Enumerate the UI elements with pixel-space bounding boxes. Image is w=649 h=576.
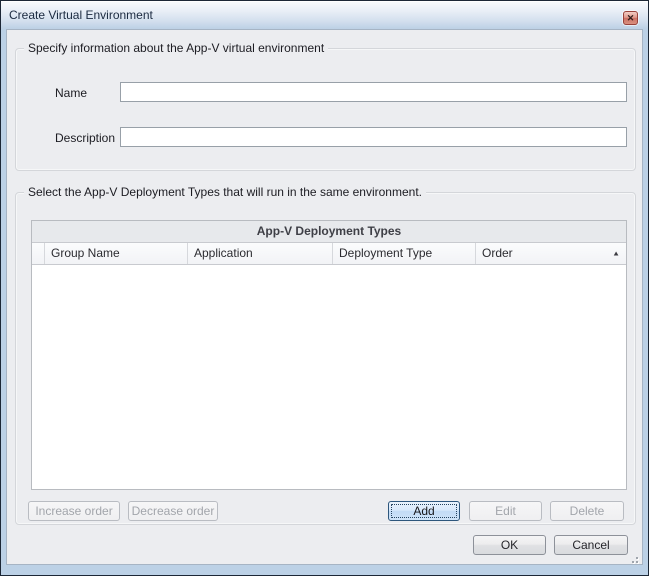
- create-virtual-environment-dialog: Create Virtual Environment ✕ Specify inf…: [0, 0, 649, 576]
- deployment-groupbox-label: Select the App-V Deployment Types that w…: [24, 185, 426, 199]
- table-header-row: Group Name Application Deployment Type O…: [32, 243, 626, 265]
- deployment-types-table: App-V Deployment Types Group Name Applic…: [31, 220, 627, 490]
- column-header-application[interactable]: Application: [188, 243, 333, 264]
- dialog-body: Specify information about the App-V virt…: [6, 29, 643, 565]
- description-input[interactable]: [120, 127, 627, 147]
- column-header-deployment-type[interactable]: Deployment Type: [333, 243, 476, 264]
- column-header-blank[interactable]: [32, 243, 45, 264]
- column-header-group-name[interactable]: Group Name: [45, 243, 188, 264]
- column-header-order[interactable]: Order ▲: [476, 243, 626, 264]
- titlebar[interactable]: Create Virtual Environment ✕: [1, 1, 648, 29]
- name-label: Name: [55, 86, 87, 100]
- sort-ascending-icon: ▲: [612, 250, 620, 257]
- info-groupbox: Specify information about the App-V virt…: [15, 48, 636, 171]
- info-groupbox-label: Specify information about the App-V virt…: [24, 41, 328, 55]
- column-header-order-label: Order: [482, 243, 513, 264]
- resize-grip-icon[interactable]: [628, 553, 639, 564]
- description-label: Description: [55, 131, 115, 145]
- deployment-table-body[interactable]: [32, 265, 626, 489]
- close-button[interactable]: ✕: [623, 11, 638, 25]
- decrease-order-button[interactable]: Decrease order: [128, 501, 218, 521]
- table-title: App-V Deployment Types: [32, 221, 626, 243]
- window-title: Create Virtual Environment: [9, 8, 153, 22]
- edit-button[interactable]: Edit: [469, 501, 542, 521]
- ok-button[interactable]: OK: [473, 535, 546, 555]
- name-input[interactable]: [120, 82, 627, 102]
- close-icon: ✕: [627, 13, 635, 23]
- deployment-groupbox: Select the App-V Deployment Types that w…: [15, 192, 636, 525]
- add-button[interactable]: Add: [388, 501, 460, 521]
- increase-order-button[interactable]: Increase order: [28, 501, 120, 521]
- cancel-button[interactable]: Cancel: [554, 535, 628, 555]
- delete-button[interactable]: Delete: [550, 501, 624, 521]
